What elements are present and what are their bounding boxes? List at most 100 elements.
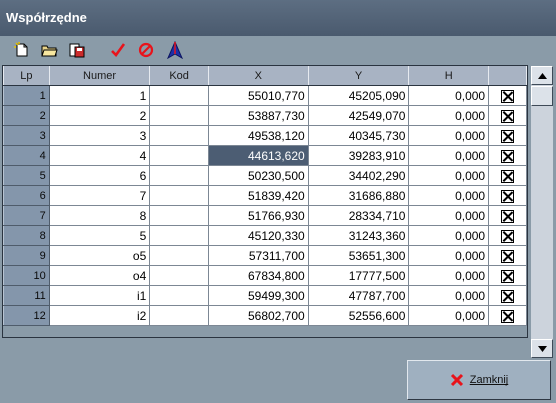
cell-y[interactable]: 53651,300 [307, 245, 410, 266]
checked-checkbox-icon[interactable] [501, 149, 515, 163]
new-file-icon[interactable] [12, 40, 32, 60]
header-h[interactable]: H [408, 66, 490, 86]
vertical-scrollbar[interactable] [531, 66, 553, 358]
table-row[interactable]: 12 i2 56802,700 52556,600 0,000 [3, 305, 527, 326]
scroll-down-button[interactable] [531, 339, 553, 358]
cell-x[interactable]: 53887,730 [207, 105, 309, 126]
open-folder-icon[interactable] [40, 40, 60, 60]
cell-y[interactable]: 31243,360 [307, 225, 410, 246]
cell-x[interactable]: 55010,770 [207, 85, 309, 106]
cell-numer[interactable]: 1 [48, 85, 151, 106]
table-row[interactable]: 3 3 49538,120 40345,730 0,000 [3, 125, 527, 146]
cell-checkbox[interactable] [488, 105, 527, 126]
cell-y[interactable]: 45205,090 [307, 85, 410, 106]
header-checkbox[interactable] [488, 66, 527, 86]
table-row[interactable]: 8 5 45120,330 31243,360 0,000 [3, 225, 527, 246]
checked-checkbox-icon[interactable] [501, 249, 515, 263]
cell-y[interactable]: 40345,730 [307, 125, 410, 146]
cell-kod[interactable] [149, 185, 209, 206]
close-button[interactable]: Zamknij [407, 360, 551, 400]
table-row[interactable]: 6 7 51839,420 31686,880 0,000 [3, 185, 527, 206]
cell-checkbox[interactable] [488, 145, 527, 166]
cell-x[interactable]: 67834,800 [207, 265, 309, 286]
cell-x[interactable]: 57311,700 [207, 245, 309, 266]
cell-h[interactable]: 0,000 [408, 265, 490, 286]
checked-checkbox-icon[interactable] [501, 89, 515, 103]
cell-h[interactable]: 0,000 [408, 205, 490, 226]
header-y[interactable]: Y [307, 66, 410, 86]
cell-kod[interactable] [149, 165, 209, 186]
cell-h[interactable]: 0,000 [408, 125, 490, 146]
cell-x[interactable]: 51766,930 [207, 205, 309, 226]
cell-lp[interactable]: 4 [3, 145, 50, 166]
cell-lp[interactable]: 3 [3, 125, 50, 146]
checked-checkbox-icon[interactable] [501, 169, 515, 183]
header-x[interactable]: X [207, 66, 309, 86]
cell-numer[interactable]: 3 [48, 125, 151, 146]
cell-y[interactable]: 52556,600 [307, 305, 410, 326]
cell-x[interactable]: 44613,620 [207, 145, 309, 166]
cell-h[interactable]: 0,000 [408, 85, 490, 106]
cell-lp[interactable]: 5 [3, 165, 50, 186]
cell-numer[interactable]: 6 [48, 165, 151, 186]
cell-lp[interactable]: 6 [3, 185, 50, 206]
cell-y[interactable]: 42549,070 [307, 105, 410, 126]
header-numer[interactable]: Numer [48, 66, 151, 86]
checked-checkbox-icon[interactable] [501, 129, 515, 143]
table-row[interactable]: 7 8 51766,930 28334,710 0,000 [3, 205, 527, 226]
cell-checkbox[interactable] [488, 185, 527, 206]
cell-numer[interactable]: 2 [48, 105, 151, 126]
cell-numer[interactable]: 5 [48, 225, 151, 246]
cell-numer[interactable]: 8 [48, 205, 151, 226]
cell-h[interactable]: 0,000 [408, 185, 490, 206]
cell-h[interactable]: 0,000 [408, 285, 490, 306]
cell-kod[interactable] [149, 305, 209, 326]
cancel-icon[interactable] [136, 40, 156, 60]
checked-checkbox-icon[interactable] [501, 109, 515, 123]
cell-x[interactable]: 51839,420 [207, 185, 309, 206]
table-row[interactable]: 2 2 53887,730 42549,070 0,000 [3, 105, 527, 126]
cell-h[interactable]: 0,000 [408, 145, 490, 166]
cell-checkbox[interactable] [488, 125, 527, 146]
cell-x[interactable]: 50230,500 [207, 165, 309, 186]
checked-checkbox-icon[interactable] [501, 229, 515, 243]
checked-checkbox-icon[interactable] [501, 209, 515, 223]
cell-kod[interactable] [149, 225, 209, 246]
cell-h[interactable]: 0,000 [408, 165, 490, 186]
cell-x[interactable]: 49538,120 [207, 125, 309, 146]
table-row[interactable]: 11 i1 59499,300 47787,700 0,000 [3, 285, 527, 306]
cell-lp[interactable]: 9 [3, 245, 50, 266]
table-row[interactable]: 4 4 44613,620 39283,910 0,000 [3, 145, 527, 166]
cell-kod[interactable] [149, 265, 209, 286]
header-kod[interactable]: Kod [149, 66, 209, 86]
cell-kod[interactable] [149, 145, 209, 166]
cell-checkbox[interactable] [488, 85, 527, 106]
cell-h[interactable]: 0,000 [408, 225, 490, 246]
table-row[interactable]: 5 6 50230,500 34402,290 0,000 [3, 165, 527, 186]
cell-checkbox[interactable] [488, 225, 527, 246]
checked-checkbox-icon[interactable] [501, 289, 515, 303]
cell-checkbox[interactable] [488, 305, 527, 326]
cell-numer[interactable]: i1 [48, 285, 151, 306]
cell-lp[interactable]: 11 [3, 285, 50, 306]
cell-y[interactable]: 31686,880 [307, 185, 410, 206]
header-lp[interactable]: Lp [3, 66, 50, 86]
cell-y[interactable]: 34402,290 [307, 165, 410, 186]
table-row[interactable]: 9 o5 57311,700 53651,300 0,000 [3, 245, 527, 266]
cell-lp[interactable]: 10 [3, 265, 50, 286]
cell-lp[interactable]: 2 [3, 105, 50, 126]
cell-checkbox[interactable] [488, 245, 527, 266]
cell-kod[interactable] [149, 125, 209, 146]
cell-checkbox[interactable] [488, 265, 527, 286]
scroll-thumb[interactable] [531, 86, 553, 106]
cell-kod[interactable] [149, 85, 209, 106]
cell-x[interactable]: 56802,700 [207, 305, 309, 326]
cell-numer[interactable]: 7 [48, 185, 151, 206]
cell-numer[interactable]: i2 [48, 305, 151, 326]
arrow-up-icon[interactable] [165, 40, 185, 60]
cell-x[interactable]: 45120,330 [207, 225, 309, 246]
table-row[interactable]: 1 1 55010,770 45205,090 0,000 [3, 85, 527, 106]
cell-x[interactable]: 59499,300 [207, 285, 309, 306]
checked-checkbox-icon[interactable] [501, 269, 515, 283]
scroll-up-button[interactable] [531, 66, 553, 85]
